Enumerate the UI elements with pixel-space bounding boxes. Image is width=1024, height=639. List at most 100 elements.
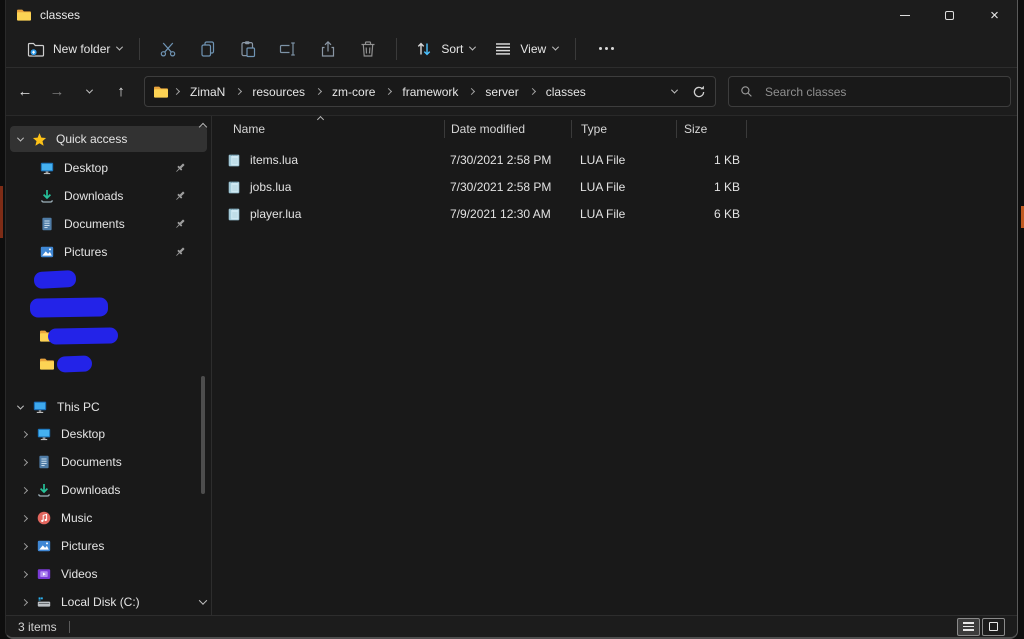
pin-icon[interactable]: [173, 217, 187, 231]
pin-icon[interactable]: [173, 161, 187, 175]
breadcrumb-item[interactable]: framework: [396, 82, 464, 102]
view-button[interactable]: View: [485, 34, 566, 64]
breadcrumb-separator-icon: [315, 88, 322, 95]
breadcrumb-item[interactable]: ZimaN: [184, 82, 231, 102]
scroll-down-icon[interactable]: [199, 596, 207, 604]
copy-button[interactable]: [189, 34, 227, 64]
recent-locations-button[interactable]: [74, 77, 104, 107]
back-button[interactable]: ←: [10, 77, 40, 107]
scrollbar-thumb[interactable]: [201, 376, 205, 494]
breadcrumb-item[interactable]: resources: [246, 82, 311, 102]
sidebar-item-downloads[interactable]: Downloads: [6, 182, 211, 210]
sidebar-item-pc-desktop[interactable]: Desktop: [6, 420, 211, 448]
folder-icon: [39, 356, 55, 372]
column-header-size[interactable]: Size: [676, 120, 746, 138]
file-type: LUA File: [580, 153, 625, 167]
redaction-scribble: [34, 270, 77, 289]
file-row-jobs-lua[interactable]: jobs.lua 7/30/2021 2:58 PM LUA File 1 KB: [212, 173, 1017, 200]
chevron-right-icon[interactable]: [21, 430, 28, 437]
breadcrumb-item[interactable]: server: [479, 82, 524, 102]
trash-icon: [358, 39, 378, 59]
chevron-right-icon[interactable]: [21, 598, 28, 605]
sort-label: Sort: [441, 42, 463, 56]
search-box[interactable]: [728, 76, 1011, 107]
star-icon: [32, 132, 47, 147]
file-name: jobs.lua: [250, 180, 291, 194]
sidebar-item-label: Desktop: [61, 427, 105, 441]
sidebar-item-desktop[interactable]: Desktop: [6, 154, 211, 182]
sidebar-item-pictures[interactable]: Pictures: [6, 238, 211, 266]
redaction-scribble: [30, 297, 108, 317]
forward-button[interactable]: →: [42, 77, 72, 107]
sidebar-item-pc-local-disk[interactable]: Local Disk (C:): [6, 588, 211, 615]
new-folder-button[interactable]: New folder: [18, 34, 130, 64]
column-header-name[interactable]: Name: [212, 120, 444, 138]
explorer-window: classes × New folder: [5, 0, 1018, 639]
chevron-right-icon[interactable]: [21, 514, 28, 521]
address-bar: ← → ↑ ZimaN resources zm-core framework …: [6, 68, 1017, 116]
column-header-type[interactable]: Type: [571, 120, 676, 138]
scroll-up-icon[interactable]: [199, 123, 207, 131]
search-input[interactable]: [763, 84, 1000, 100]
sidebar-item-pc-music[interactable]: Music: [6, 504, 211, 532]
sidebar-item-label: Local Disk (C:): [61, 595, 140, 609]
sidebar-item-redacted[interactable]: [6, 294, 211, 322]
chevron-down-icon: [17, 402, 24, 409]
file-date-modified: 7/30/2021 2:58 PM: [450, 180, 551, 194]
breadcrumb-item[interactable]: classes: [540, 82, 592, 102]
rename-button[interactable]: [269, 34, 307, 64]
sidebar-item-label: Videos: [61, 567, 97, 581]
chevron-right-icon[interactable]: [21, 458, 28, 465]
desktop-icon: [39, 160, 55, 176]
pin-icon[interactable]: [173, 245, 187, 259]
maximize-button[interactable]: [927, 0, 972, 30]
more-options-button[interactable]: [585, 42, 628, 55]
file-row-items-lua[interactable]: items.lua 7/30/2021 2:58 PM LUA File 1 K…: [212, 146, 1017, 173]
sidebar-scrollbar[interactable]: [197, 120, 209, 611]
file-name: items.lua: [250, 153, 298, 167]
sidebar-item-pc-videos[interactable]: Videos: [6, 560, 211, 588]
close-button[interactable]: ×: [972, 0, 1017, 30]
sidebar-item-redacted[interactable]: [6, 350, 211, 378]
minimize-button[interactable]: [882, 0, 927, 30]
paste-button[interactable]: [229, 34, 267, 64]
refresh-icon[interactable]: [691, 84, 707, 100]
up-button[interactable]: ↑: [106, 77, 136, 107]
sidebar-item-label: Downloads: [61, 483, 120, 497]
desktop-icon: [36, 426, 52, 442]
pictures-icon: [36, 538, 52, 554]
large-icons-view-button[interactable]: [982, 618, 1005, 636]
share-button[interactable]: [309, 34, 347, 64]
sidebar-item-redacted[interactable]: [6, 266, 211, 294]
address-dropdown-icon[interactable]: [671, 87, 678, 94]
sidebar-item-pc-downloads[interactable]: Downloads: [6, 476, 211, 504]
breadcrumb-separator-icon: [235, 88, 242, 95]
breadcrumb[interactable]: ZimaN resources zm-core framework server…: [144, 76, 716, 107]
sidebar-quick-access-header[interactable]: Quick access: [10, 126, 207, 152]
sort-button[interactable]: Sort: [406, 34, 483, 64]
search-icon: [739, 84, 754, 99]
chevron-right-icon[interactable]: [21, 486, 28, 493]
pictures-icon: [39, 244, 55, 260]
delete-button[interactable]: [349, 34, 387, 64]
details-view-button[interactable]: [957, 618, 980, 636]
file-row-player-lua[interactable]: player.lua 7/9/2021 12:30 AM LUA File 6 …: [212, 200, 1017, 227]
downloads-icon: [36, 482, 52, 498]
cut-button[interactable]: [149, 34, 187, 64]
column-header-date-modified[interactable]: Date modified: [444, 120, 571, 138]
sidebar-item-pc-pictures[interactable]: Pictures: [6, 532, 211, 560]
pin-icon[interactable]: [173, 189, 187, 203]
chevron-down-icon: [116, 44, 123, 51]
sidebar-item-documents[interactable]: Documents: [6, 210, 211, 238]
view-lines-icon: [493, 39, 513, 59]
chevron-right-icon[interactable]: [21, 570, 28, 577]
file-size: 1 KB: [714, 180, 740, 194]
breadcrumb-item[interactable]: zm-core: [326, 82, 381, 102]
paste-icon: [238, 39, 258, 59]
sidebar-item-pc-documents[interactable]: Documents: [6, 448, 211, 476]
sidebar-this-pc-header[interactable]: This PC: [6, 394, 211, 420]
chevron-down-icon: [469, 44, 476, 51]
sidebar-item-redacted[interactable]: [6, 322, 211, 350]
chevron-right-icon[interactable]: [21, 542, 28, 549]
chevron-down-icon: [85, 87, 92, 94]
